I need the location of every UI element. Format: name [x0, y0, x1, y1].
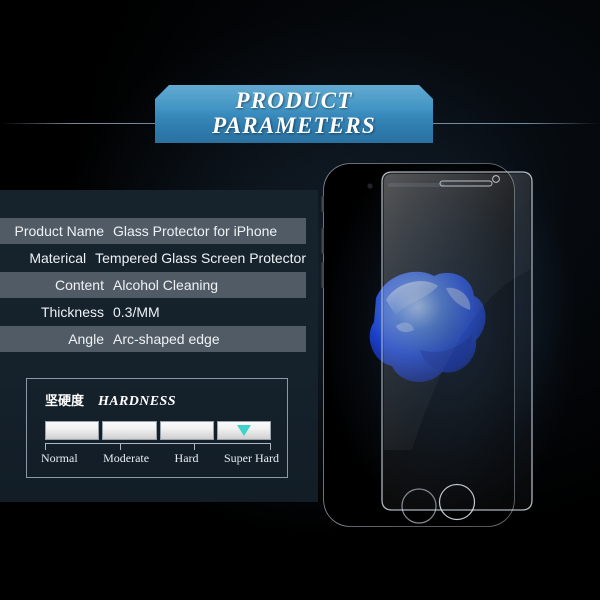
- parameter-label: Materical: [29, 250, 87, 266]
- artwork-glow: [310, 160, 590, 540]
- header-banner: PRODUCT PARAMETERS: [0, 85, 600, 143]
- hardness-level-label: Moderate: [103, 451, 150, 465]
- banner-title-line1: PRODUCT: [235, 88, 353, 114]
- parameter-row: Product Name Glass Protector for iPhone: [0, 218, 306, 244]
- hardness-marker-icon: [236, 425, 251, 436]
- hardness-title-chinese: 坚硬度: [45, 394, 85, 409]
- parameter-label: Angle: [68, 331, 104, 347]
- hardness-segment: [102, 421, 157, 440]
- product-artwork: [300, 150, 600, 550]
- parameter-row: Content Alcohol Cleaning: [0, 272, 306, 298]
- parameter-row: Angle Arc-shaped edge: [0, 326, 306, 352]
- parameter-value: Tempered Glass Screen Protector: [95, 250, 306, 266]
- parameter-label: Thickness: [40, 304, 104, 320]
- hardness-scale-bar: [45, 421, 271, 440]
- parameter-label: Content: [54, 277, 104, 293]
- parameter-value: Alcohol Cleaning: [113, 277, 219, 293]
- parameter-row: Thickness 0.3/MM: [0, 299, 306, 325]
- hardness-level-label: Hard: [174, 451, 199, 465]
- hardness-segment: [216, 421, 271, 440]
- hardness-level-label: Normal: [41, 451, 78, 465]
- banner-title-line2: PARAMETERS: [212, 113, 376, 138]
- product-parameters-banner: PRODUCT PARAMETERS Product Name Glass Pro…: [0, 0, 600, 600]
- parameter-value: 0.3/MM: [113, 304, 160, 320]
- hardness-level-label: Super Hard: [224, 451, 279, 465]
- hardness-heading: 坚硬度 HARDNESS: [45, 390, 176, 410]
- hardness-title-english: HARDNESS: [98, 394, 176, 409]
- parameter-row: Materical Tempered Glass Screen Protector: [0, 245, 306, 271]
- hardness-scale-labels: Normal Moderate Hard Super Hard: [41, 451, 279, 466]
- banner-title: PRODUCT PARAMETERS: [155, 85, 433, 143]
- axis-tick: [119, 444, 121, 450]
- hardness-panel: 坚硬度 HARDNESS Normal Moderate Hard Super Har…: [26, 378, 288, 478]
- hardness-segment: [45, 421, 100, 440]
- parameter-label: Product Name: [14, 223, 104, 239]
- hardness-axis: [45, 443, 271, 450]
- parameter-value: Glass Protector for iPhone: [113, 223, 278, 239]
- axis-tick: [193, 444, 195, 450]
- hardness-segment: [159, 421, 214, 440]
- parameter-table: Product Name Glass Protector for iPhone Ma…: [0, 218, 306, 353]
- parameter-value: Arc-shaped edge: [113, 331, 220, 347]
